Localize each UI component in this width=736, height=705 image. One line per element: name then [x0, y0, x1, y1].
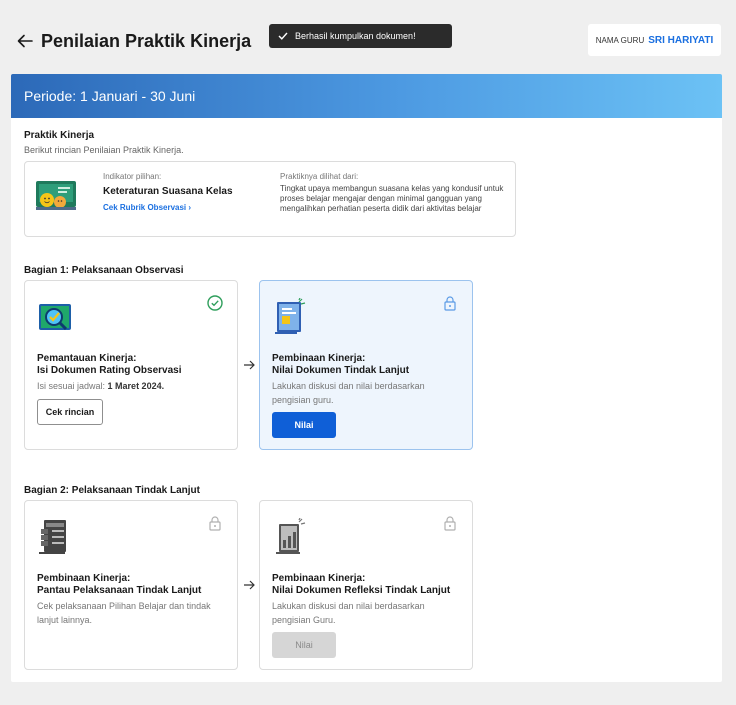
schedule-label: Isi sesuai jadwal:	[37, 381, 108, 391]
card-title-1: Pembinaan Kinerja:	[37, 573, 131, 584]
checkmark-circle-icon	[207, 295, 223, 311]
success-toast: Berhasil kumpulkan dokumen!	[269, 24, 452, 48]
card-title-2: Isi Dokumen Rating Observasi	[37, 365, 182, 376]
teacher-label: NAMA GURU	[595, 35, 645, 45]
card-title-2: Nilai Dokumen Tindak Lanjut	[272, 365, 410, 376]
classroom-illustration-icon	[36, 181, 76, 210]
checklist-icon	[39, 520, 66, 554]
card-title-2: Pantau Pelaksanaan Tindak Lanjut	[37, 585, 202, 596]
page-title: Penilaian Praktik Kinerja	[41, 31, 252, 51]
card-description: Lakukan diskusi dan nilai berdasarkan pe…	[272, 601, 425, 625]
check-details-button[interactable]: Cek rincian	[37, 399, 103, 425]
schedule-date: 1 Maret 2024.	[107, 381, 165, 391]
grade-button-disabled[interactable]: Nilai	[272, 632, 336, 658]
card-title-1: Pemantauan Kinerja:	[37, 353, 137, 364]
seen-description: Tingkat upaya membangun suasana kelas ya…	[280, 184, 504, 213]
rubric-link[interactable]: Cek Rubrik Observasi ›	[103, 203, 191, 212]
card-description: Lakukan diskusi dan nilai berdasarkan pe…	[272, 381, 425, 405]
main-panel: Periode: 1 Januari - 30 Juni Praktik Kin…	[11, 74, 722, 682]
section2-title: Bagian 2: Pelaksanaan Tindak Lanjut	[24, 485, 200, 496]
arrow-right-icon	[244, 580, 255, 590]
report-chart-icon	[276, 518, 306, 554]
document-icon	[275, 298, 306, 334]
lock-icon	[209, 516, 221, 531]
practice-subtitle: Berikut rincian Penilaian Praktik Kinerj…	[24, 145, 184, 155]
observation-rating-card: Pemantauan Kinerja: Isi Dokumen Rating O…	[24, 280, 238, 450]
indicator-card: Indikator pilihan: Keteraturan Suasana K…	[24, 161, 516, 237]
card-title-1: Pembinaan Kinerja:	[272, 353, 366, 364]
check-icon	[278, 32, 288, 40]
arrow-right-icon	[244, 360, 255, 370]
card-description: Cek pelaksanaan Pilihan Belajar dan tind…	[37, 601, 211, 625]
section1-title: Bagian 1: Pelaksanaan Observasi	[24, 265, 184, 276]
monitor-magnifier-icon	[39, 304, 71, 331]
follow-up-document-card: Pembinaan Kinerja: Nilai Dokumen Tindak …	[259, 280, 473, 450]
monitor-follow-up-card: Pembinaan Kinerja: Pantau Pelaksanaan Ti…	[24, 500, 238, 670]
period-label: Periode: 1 Januari - 30 Juni	[24, 88, 196, 104]
teacher-badge: NAMA GURU SRI HARIYATI	[588, 24, 721, 56]
lock-icon	[444, 516, 456, 531]
reflection-document-card: Pembinaan Kinerja: Nilai Dokumen Refleks…	[259, 500, 473, 670]
teacher-name: SRI HARIYATI	[648, 34, 714, 46]
seen-label: Praktiknya dilihat dari:	[280, 172, 359, 181]
toast-message: Berhasil kumpulkan dokumen!	[295, 31, 416, 41]
card-description: Isi sesuai jadwal: 1 Maret 2024.	[37, 379, 229, 393]
card-title-1: Pembinaan Kinerja:	[272, 573, 366, 584]
lock-icon	[444, 296, 456, 311]
practice-title: Praktik Kinerja	[24, 130, 95, 141]
grade-button[interactable]: Nilai	[272, 412, 336, 438]
period-banner: Periode: 1 Januari - 30 Juni	[11, 74, 722, 118]
card-title-2: Nilai Dokumen Refleksi Tindak Lanjut	[272, 585, 451, 596]
back-arrow-icon[interactable]	[16, 32, 34, 50]
indicator-label: Indikator pilihan:	[103, 172, 162, 181]
indicator-name: Keteraturan Suasana Kelas	[103, 186, 233, 197]
